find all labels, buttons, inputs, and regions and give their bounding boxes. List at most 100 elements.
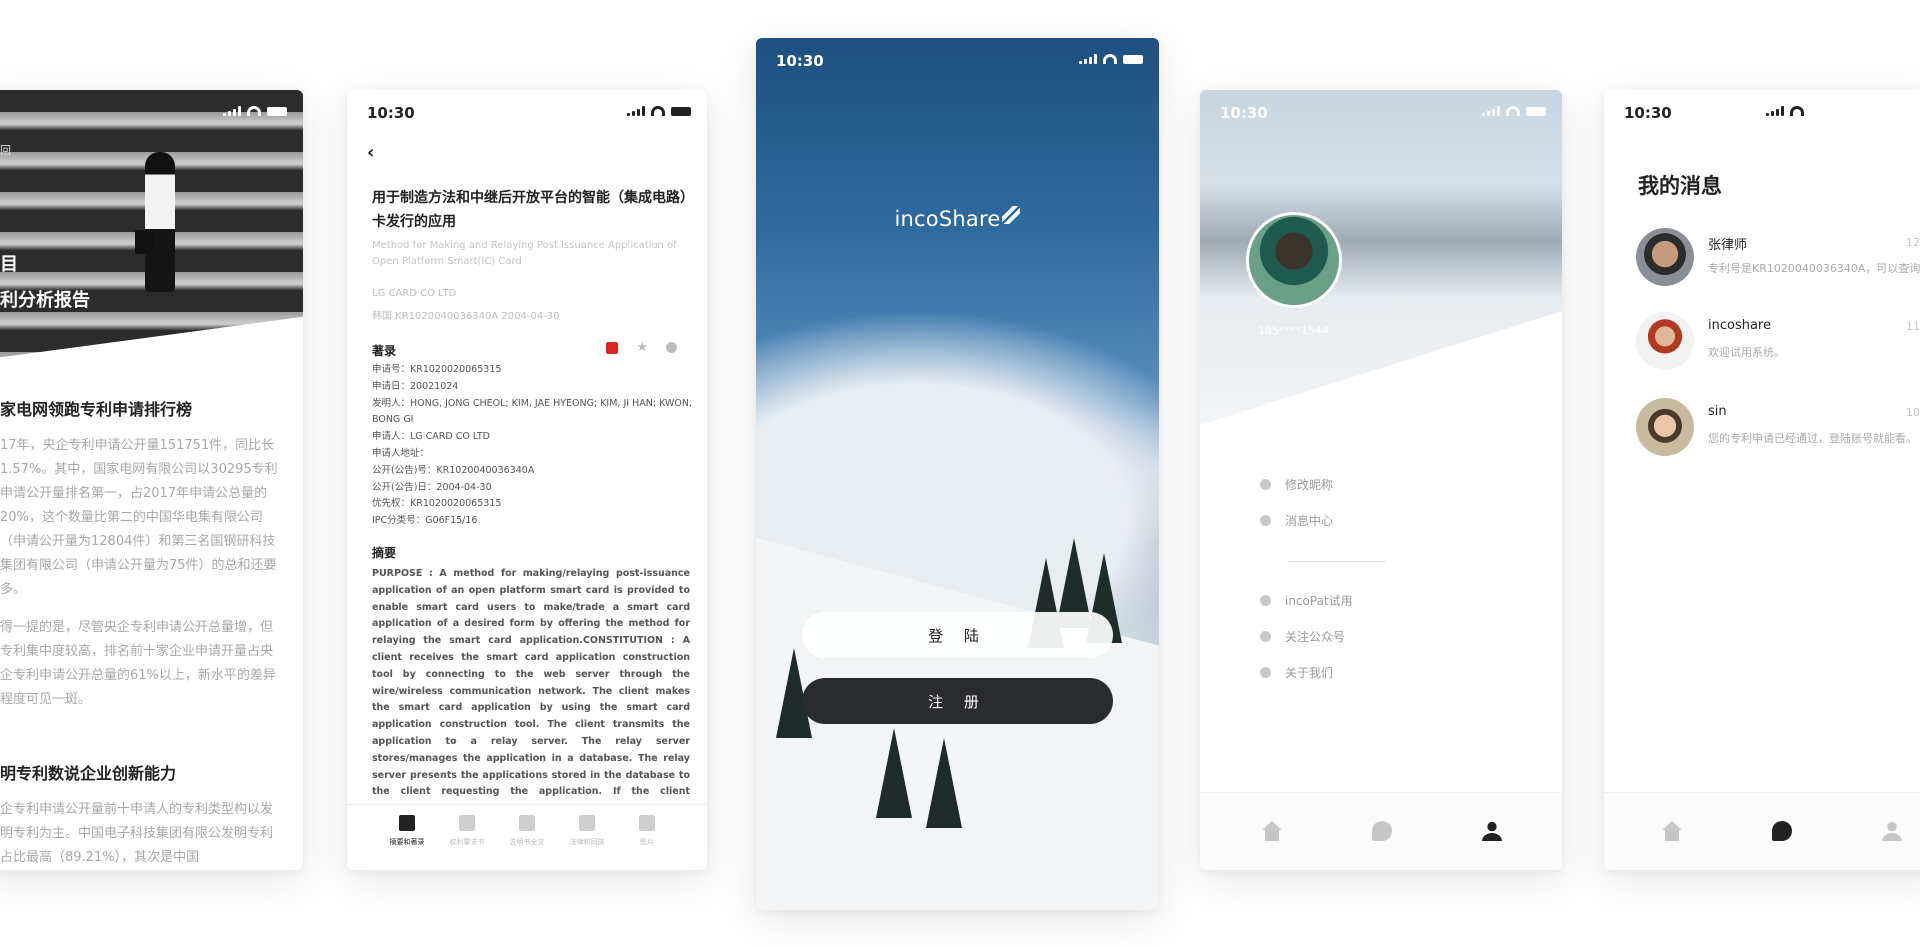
wechat-icon [1260, 630, 1271, 642]
article-screen: 回 目 利分析报告 家电网领跑专利申请排行榜 17年，央企专利申请公开量1517… [0, 90, 303, 870]
tab-label: 图片 [640, 838, 654, 846]
biblio-row: 优先权：KR1020020065315 [372, 498, 502, 510]
chevron-left-icon: ‹ [367, 142, 375, 163]
section-paragraph: 17年，央企专利申请公开量151751件，同比长1.57%。其中，国家电网有限公… [0, 438, 278, 597]
status-icons [1482, 106, 1546, 116]
biblio-row: 申请号：KR1020020065315 [372, 364, 502, 375]
abstract-text: PURPOSE : A method for making/relaying p… [372, 568, 690, 798]
status-icons [1766, 106, 1804, 116]
message-sender: 张律师 [1708, 238, 1748, 253]
profile-icon[interactable] [1882, 821, 1902, 841]
status-time: 10:30 [1220, 104, 1268, 122]
incopat-icon [1260, 594, 1271, 606]
wifi-icon [247, 106, 261, 116]
menu-item-incopat-trial[interactable]: incoPat试用 [1260, 582, 1353, 618]
brand-logo: incoShare [756, 206, 1159, 231]
tab-claims[interactable]: 权利要求书 [442, 815, 492, 870]
message-time: 12: [1906, 236, 1920, 249]
abstract-heading: 摘要 [372, 546, 397, 560]
book-icon [519, 815, 535, 831]
comment-icon[interactable] [666, 342, 677, 353]
patent-tabbar: 摘要和著录 权利要求书 说明书全文 法律和同族 图片 [347, 804, 707, 870]
wifi-icon [1790, 106, 1804, 116]
avatar [1636, 398, 1694, 456]
section-paragraph: 企专利申请公开量前十申请人的专利类型构以发明专利为主。中国电子科技集团有限公发明… [0, 802, 274, 865]
tab-abstract[interactable]: 摘要和著录 [382, 815, 432, 870]
section-heading: 明专利数说企业创新能力 [0, 764, 177, 783]
avatar [1636, 312, 1694, 370]
status-time: 10:30 [1624, 104, 1672, 122]
tab-images[interactable]: 图片 [622, 815, 672, 870]
menu-item-about[interactable]: 关于我们 [1260, 654, 1353, 690]
menu-item-label: incoPat试用 [1285, 593, 1353, 608]
patent-title: 用于制造方法和中继后开放平台的智能（集成电路）卡发行的应用 [372, 190, 687, 230]
avatar [1636, 228, 1694, 286]
back-button[interactable]: ‹ [367, 142, 374, 163]
status-icons [627, 106, 691, 116]
page-title: 我的消息 [1638, 174, 1722, 198]
menu-item-label: 关于我们 [1285, 665, 1334, 680]
status-icons [223, 106, 287, 116]
login-screen: 10:30 incoShare 登 陆 注 册 [756, 38, 1159, 910]
wifi-icon [651, 106, 665, 116]
home-icon[interactable] [1662, 821, 1682, 841]
hero-title-line2: 利分析报告 [0, 290, 90, 311]
profile-icon[interactable] [1482, 821, 1502, 841]
message-icon[interactable] [1772, 821, 1792, 841]
menu-item-message-center[interactable]: 消息中心 [1260, 502, 1333, 538]
menu-item-follow-account[interactable]: 关注公众号 [1260, 618, 1353, 654]
biblio-row: 申请人地址： [372, 447, 430, 459]
message-icon[interactable] [1372, 821, 1392, 841]
pine-tree [876, 728, 912, 818]
tab-label: 法律和同族 [569, 838, 605, 846]
edit-icon [1260, 478, 1271, 490]
biblio-heading: 著录 [372, 344, 397, 358]
menu-item-label: 消息中心 [1285, 513, 1334, 528]
patent-meta: 韩国 KR1020040036340A 2004-04-30 [372, 311, 560, 322]
message-item[interactable]: incoshare 11: 欢迎试用系统。 [1636, 312, 1920, 374]
biblio-row: 发明人：HONG, JONG CHEOL; KIM, JAE HYEONG; K… [372, 397, 692, 426]
signal-icon [223, 106, 241, 116]
brand-name: incoShare [894, 207, 1001, 231]
hero-tag: 回 [0, 144, 11, 157]
patent-assignee: LG CARD CO LTD [372, 288, 457, 299]
home-icon[interactable] [1262, 821, 1282, 841]
avatar[interactable] [1246, 212, 1342, 308]
messages-screen: 10:30 我的消息 张律师 12: 专利号是KR1020040036340A，… [1604, 90, 1920, 870]
status-time: 10:30 [367, 104, 415, 122]
tab-label: 摘要和著录 [389, 838, 425, 846]
message-preview: 您的专利申请已经通过，登陆账号就能看。 [1708, 432, 1917, 445]
biblio-row: 申请日：20021024 [372, 380, 459, 392]
section-paragraph: 得一提的是，尽管央企专利申请公开总量增，但专利集中度较高，排名前十家企业申请开量… [0, 620, 276, 707]
signal-icon [1079, 54, 1097, 64]
status-icons [1079, 54, 1143, 64]
star-icon[interactable]: ★ [636, 340, 648, 355]
pdf-icon[interactable] [606, 341, 619, 354]
tab-fulltext[interactable]: 说明书全文 [502, 815, 552, 870]
message-item[interactable]: sin 10: 您的专利申请已经通过，登陆账号就能看。 [1636, 398, 1920, 460]
bottom-nav [1200, 792, 1562, 870]
register-button[interactable]: 注 册 [802, 678, 1113, 724]
tab-legal[interactable]: 法律和同族 [562, 815, 612, 870]
brand-mark-icon [1002, 206, 1021, 224]
briefcase [135, 230, 153, 254]
battery-icon [671, 106, 691, 116]
signal-icon [1766, 106, 1784, 116]
article-section-2: 明专利数说企业创新能力 企专利申请公开量前十申请人的专利类型构以发明专利为主。中… [0, 760, 280, 870]
profile-menu-group-2: incoPat试用 关注公众号 关于我们 [1260, 582, 1353, 690]
profile-menu-group-1: 修改昵称 消息中心 [1260, 466, 1333, 538]
menu-item-label: 关注公众号 [1285, 629, 1346, 644]
businessman-figure [145, 152, 175, 292]
signal-icon [627, 106, 645, 116]
message-item[interactable]: 张律师 12: 专利号是KR1020040036340A，可以查询。 [1636, 228, 1920, 290]
message-sender: incoshare [1708, 318, 1771, 333]
message-sender: sin [1708, 404, 1727, 419]
message-time: 10: [1906, 406, 1920, 419]
menu-item-edit-nickname[interactable]: 修改昵称 [1260, 466, 1333, 502]
login-button[interactable]: 登 陆 [802, 612, 1113, 658]
battery-icon [1526, 106, 1546, 116]
tab-label: 说明书全文 [509, 838, 545, 846]
status-bar: 10:30 [756, 38, 1159, 82]
pine-tree [926, 738, 962, 828]
battery-icon [267, 106, 287, 116]
